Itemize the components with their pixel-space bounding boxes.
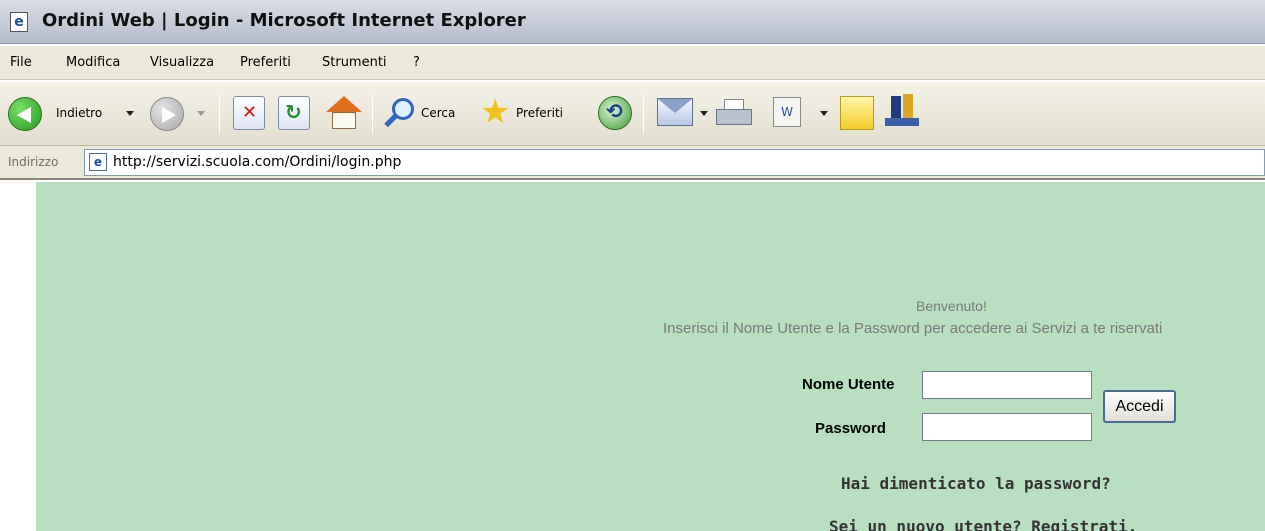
home-icon-body: [332, 112, 356, 129]
back-button[interactable]: [8, 97, 42, 131]
login-button[interactable]: Accedi: [1103, 390, 1176, 423]
note-button[interactable]: [840, 96, 874, 130]
search-label: Cerca: [421, 106, 456, 120]
username-label: Nome Utente: [802, 376, 895, 393]
mail-dropdown-icon[interactable]: [700, 111, 708, 116]
menu-modifica[interactable]: Modifica: [66, 55, 120, 70]
history-button[interactable]: [598, 96, 632, 130]
menu-visualizza[interactable]: Visualizza: [150, 55, 214, 70]
toolbar-separator: [372, 94, 373, 134]
back-label: Indietro: [56, 106, 103, 120]
favorites-star-icon[interactable]: ★: [480, 92, 510, 132]
refresh-button[interactable]: [278, 96, 310, 130]
menu-file[interactable]: File: [10, 55, 32, 70]
address-bar: Indirizzo e http://servizi.scuola.com/Or…: [0, 146, 1265, 180]
research-icon-base: [885, 118, 919, 126]
stop-button[interactable]: [233, 96, 265, 130]
menu-help[interactable]: ?: [413, 55, 420, 70]
address-field[interactable]: e http://servizi.scuola.com/Ordini/login…: [84, 149, 1265, 176]
mail-button[interactable]: [657, 98, 693, 126]
title-bar: e Ordini Web | Login - Microsoft Interne…: [0, 0, 1265, 44]
login-page: Benvenuto! Inserisci il Nome Utente e la…: [0, 182, 1265, 531]
standard-toolbar: Indietro Cerca ★ Preferiti W: [0, 82, 1265, 146]
edit-dropdown-icon[interactable]: [820, 111, 828, 116]
address-label: Indirizzo: [8, 155, 59, 169]
search-button[interactable]: [382, 96, 416, 130]
ie-page-icon: e: [89, 153, 107, 171]
forgot-password-link[interactable]: Hai dimenticato la password?: [841, 474, 1111, 493]
print-button[interactable]: [716, 97, 752, 129]
address-url[interactable]: http://servizi.scuola.com/Ordini/login.p…: [113, 154, 401, 170]
research-button[interactable]: [885, 92, 921, 130]
forward-arrow-icon: [162, 107, 176, 123]
printer-body: [716, 109, 752, 125]
window-title: Ordini Web | Login - Microsoft Internet …: [42, 10, 526, 31]
welcome-text: Benvenuto!: [916, 298, 987, 314]
menu-strumenti[interactable]: Strumenti: [322, 55, 387, 70]
search-icon-handle: [384, 113, 398, 128]
favorites-label: Preferiti: [516, 106, 563, 120]
toolbar-separator: [643, 94, 644, 134]
home-icon: [326, 96, 362, 112]
forward-dropdown-icon[interactable]: [197, 111, 205, 116]
password-input[interactable]: [922, 413, 1092, 441]
menu-bar: File Modifica Visualizza Preferiti Strum…: [0, 46, 1265, 80]
forward-button[interactable]: [150, 97, 184, 131]
register-link[interactable]: Sei un nuovo utente? Registrati.: [829, 517, 1137, 531]
toolbar-separator: [219, 94, 220, 134]
password-label: Password: [815, 420, 886, 437]
home-button[interactable]: [325, 94, 363, 132]
back-dropdown-icon[interactable]: [126, 111, 134, 116]
ie-page-icon: e: [10, 12, 28, 32]
edit-word-button[interactable]: W: [773, 97, 801, 127]
username-input[interactable]: [922, 371, 1092, 399]
menu-preferiti[interactable]: Preferiti: [240, 55, 291, 70]
back-arrow-icon: [17, 107, 31, 123]
instruction-text: Inserisci il Nome Utente e la Password p…: [663, 320, 1163, 337]
